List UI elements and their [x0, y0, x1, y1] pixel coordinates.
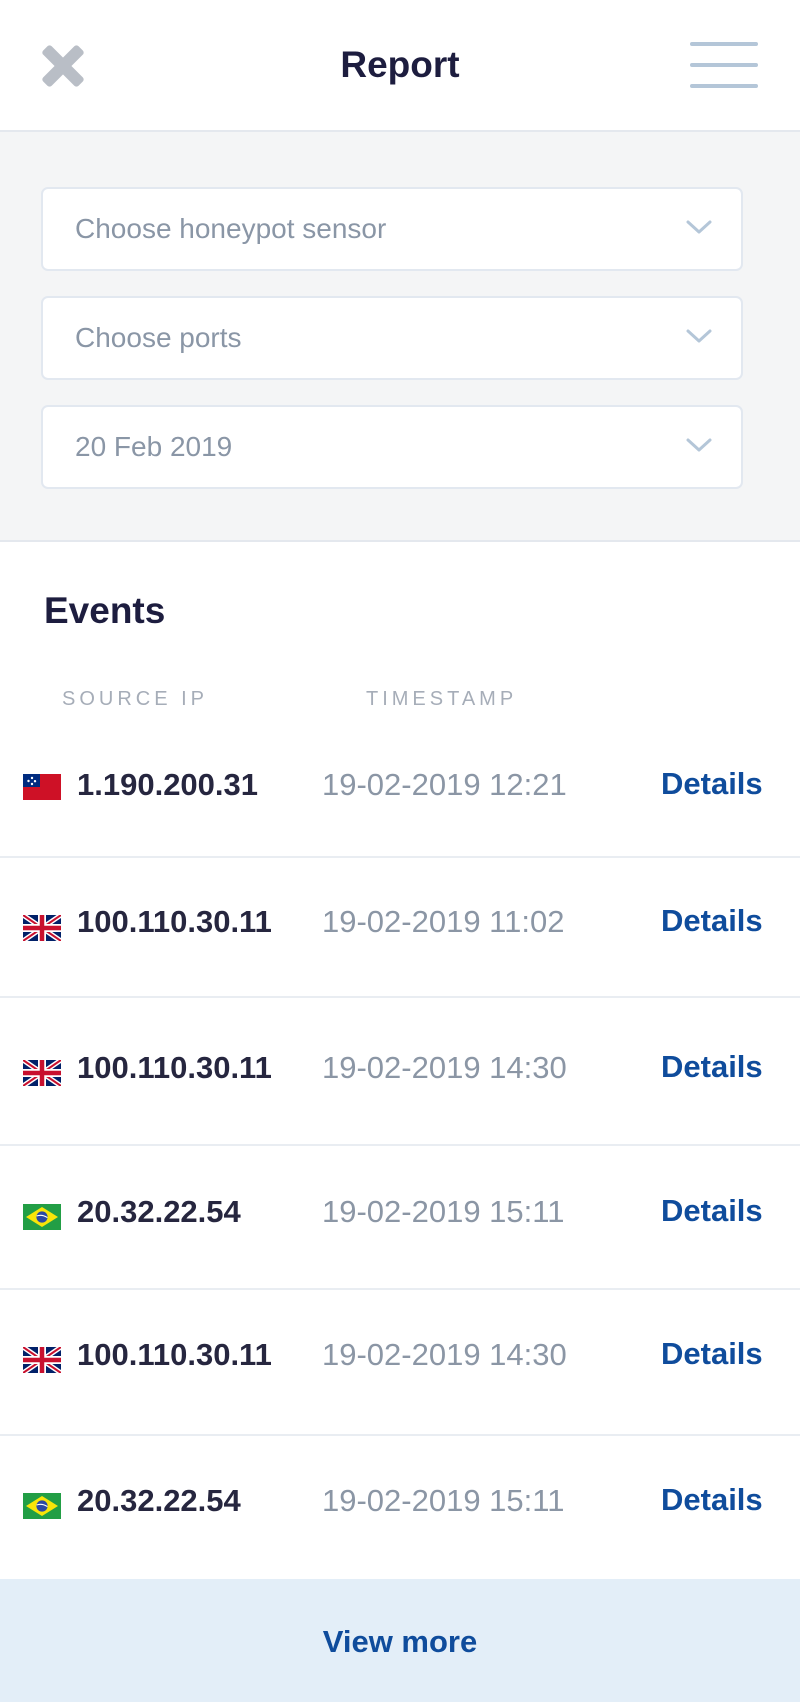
- column-header-timestamp: TIMESTAMP: [366, 688, 518, 710]
- table-row: 1.190.200.31 19-02-2019 12:21 Details: [0, 722, 800, 858]
- page-title: Report: [340, 44, 460, 85]
- honeypot-sensor-placeholder: Choose honeypot sensor: [75, 213, 387, 244]
- table-row: 100.110.30.11 19-02-2019 11:02 Details: [0, 858, 800, 998]
- source-ip: 20.32.22.54: [77, 1483, 241, 1518]
- timestamp: 19-02-2019 11:02: [322, 904, 565, 939]
- uk-flag-icon: [23, 915, 61, 941]
- source-ip: 100.110.30.11: [77, 1050, 272, 1085]
- view-more-button[interactable]: View more: [0, 1579, 800, 1702]
- timestamp: 19-02-2019 12:21: [322, 767, 567, 802]
- details-link[interactable]: Details: [661, 1049, 763, 1085]
- view-more-label: View more: [322, 1624, 478, 1659]
- details-link[interactable]: Details: [661, 1336, 763, 1372]
- timestamp: 19-02-2019 14:30: [322, 1050, 567, 1085]
- table-row: 20.32.22.54 19-02-2019 15:11 Details: [0, 1146, 800, 1290]
- chevron-down-icon: [686, 438, 712, 452]
- details-link[interactable]: Details: [661, 766, 763, 802]
- honeypot-sensor-select[interactable]: Choose honeypot sensor: [41, 187, 743, 271]
- filters-panel: Choose honeypot sensor Choose ports 20 F…: [0, 132, 800, 542]
- uk-flag-icon: [23, 1060, 61, 1086]
- details-link[interactable]: Details: [661, 1482, 763, 1518]
- chevron-down-icon: [686, 220, 712, 234]
- uk-flag-icon: [23, 1347, 61, 1373]
- brazil-flag-icon: [23, 1204, 61, 1230]
- source-ip: 20.32.22.54: [77, 1194, 241, 1229]
- source-ip: 100.110.30.11: [77, 904, 272, 939]
- source-ip: 100.110.30.11: [77, 1337, 272, 1372]
- table-row: 20.32.22.54 19-02-2019 15:11 Details: [0, 1436, 800, 1579]
- timestamp: 19-02-2019 14:30: [322, 1337, 567, 1372]
- table-row: 100.110.30.11 19-02-2019 14:30 Details: [0, 998, 800, 1146]
- header: Report: [0, 0, 800, 132]
- ports-placeholder: Choose ports: [75, 322, 242, 353]
- ports-select[interactable]: Choose ports: [41, 296, 743, 380]
- chevron-down-icon: [686, 329, 712, 343]
- timestamp: 19-02-2019 15:11: [322, 1483, 565, 1518]
- date-value: 20 Feb 2019: [75, 431, 233, 462]
- hamburger-menu-icon[interactable]: [690, 40, 758, 90]
- brazil-flag-icon: [23, 1493, 61, 1519]
- details-link[interactable]: Details: [661, 1193, 763, 1229]
- column-header-source-ip: SOURCE IP: [62, 688, 209, 710]
- source-ip: 1.190.200.31: [77, 767, 259, 802]
- timestamp: 19-02-2019 15:11: [322, 1194, 565, 1229]
- samoa-flag-icon: [23, 774, 61, 800]
- date-select[interactable]: 20 Feb 2019: [41, 405, 743, 489]
- details-link[interactable]: Details: [661, 903, 763, 939]
- events-title: Events: [44, 590, 166, 631]
- table-row: 100.110.30.11 19-02-2019 14:30 Details: [0, 1290, 800, 1436]
